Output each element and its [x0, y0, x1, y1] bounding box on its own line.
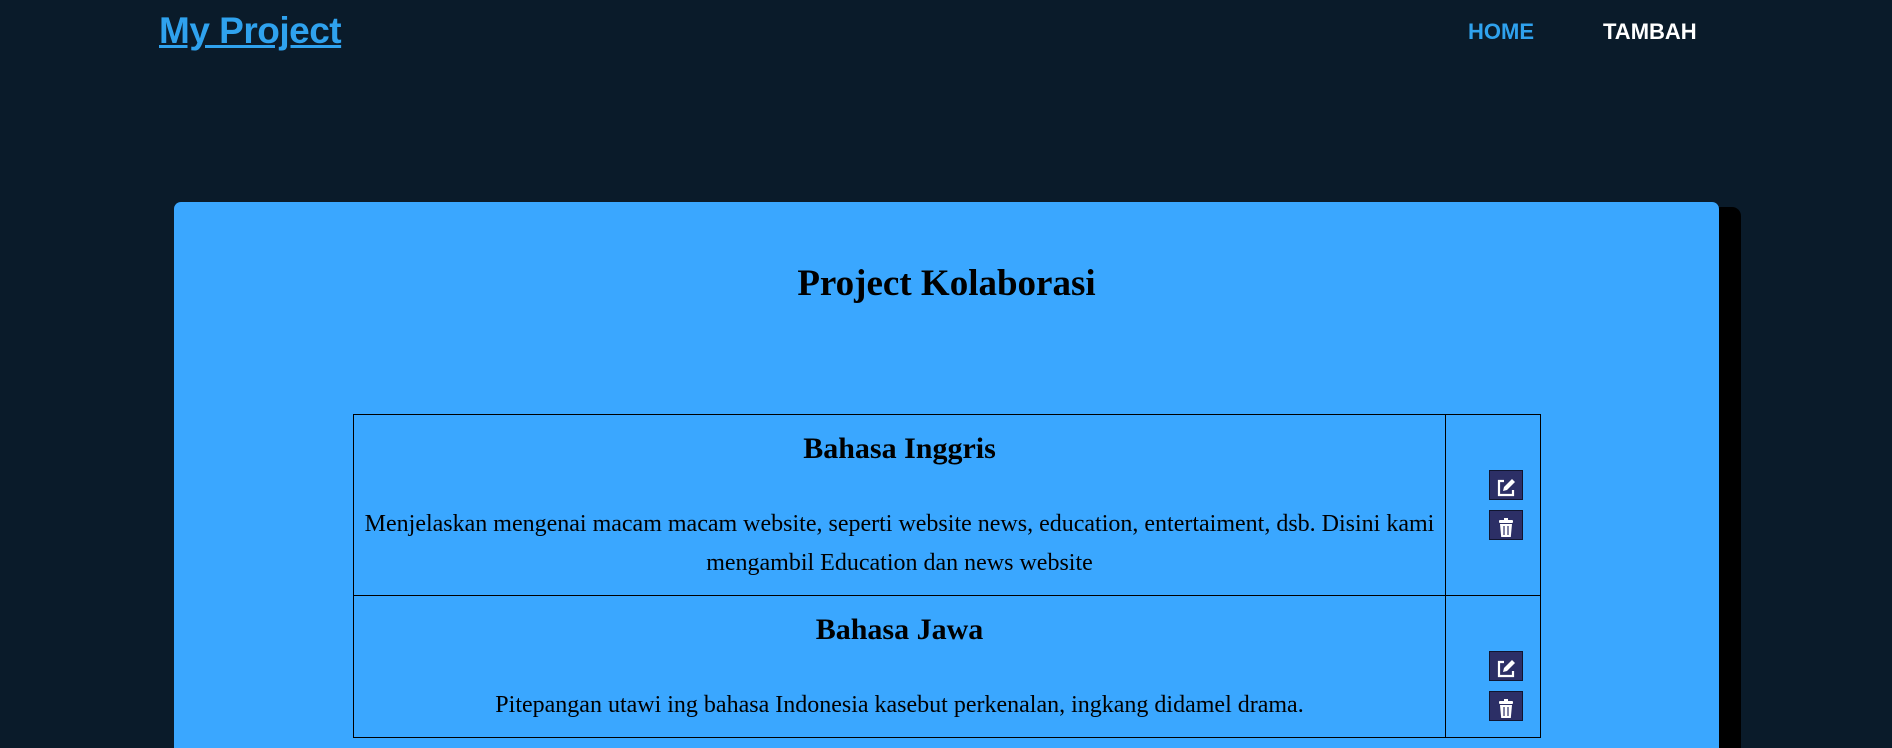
project-actions [1489, 470, 1525, 550]
project-actions-cell [1445, 414, 1541, 596]
project-description: Menjelaskan mengenai macam macam website… [364, 511, 1435, 576]
project-info-cell: Bahasa Jawa Pitepangan utawi ing bahasa … [353, 595, 1446, 738]
main-nav: HOME TAMBAH [1468, 16, 1697, 48]
project-title: Bahasa Jawa [815, 613, 984, 646]
table-row: Bahasa Inggris Menjelaskan mengenai maca… [353, 414, 1541, 596]
edit-button[interactable] [1489, 651, 1523, 681]
project-actions-cell [1445, 595, 1541, 738]
edit-icon [1497, 659, 1515, 677]
delete-button[interactable] [1489, 691, 1523, 721]
edit-button[interactable] [1489, 470, 1523, 500]
table-row: Bahasa Jawa Pitepangan utawi ing bahasa … [353, 595, 1541, 738]
edit-icon [1497, 478, 1515, 496]
project-title: Bahasa Inggris [803, 432, 996, 465]
project-info-cell: Bahasa Inggris Menjelaskan mengenai maca… [353, 414, 1446, 596]
nav-home-link[interactable]: HOME [1468, 16, 1534, 48]
page-title: Project Kolaborasi [797, 263, 1096, 304]
trash-icon [1499, 698, 1513, 718]
project-actions [1489, 651, 1525, 731]
project-description: Pitepangan utawi ing bahasa Indonesia ka… [495, 692, 1304, 718]
nav-tambah-link[interactable]: TAMBAH [1603, 16, 1697, 48]
brand-logo[interactable]: My Project [159, 8, 342, 54]
delete-button[interactable] [1489, 510, 1523, 540]
projects-table: Bahasa Inggris Menjelaskan mengenai maca… [353, 414, 1541, 738]
trash-icon [1499, 517, 1513, 537]
